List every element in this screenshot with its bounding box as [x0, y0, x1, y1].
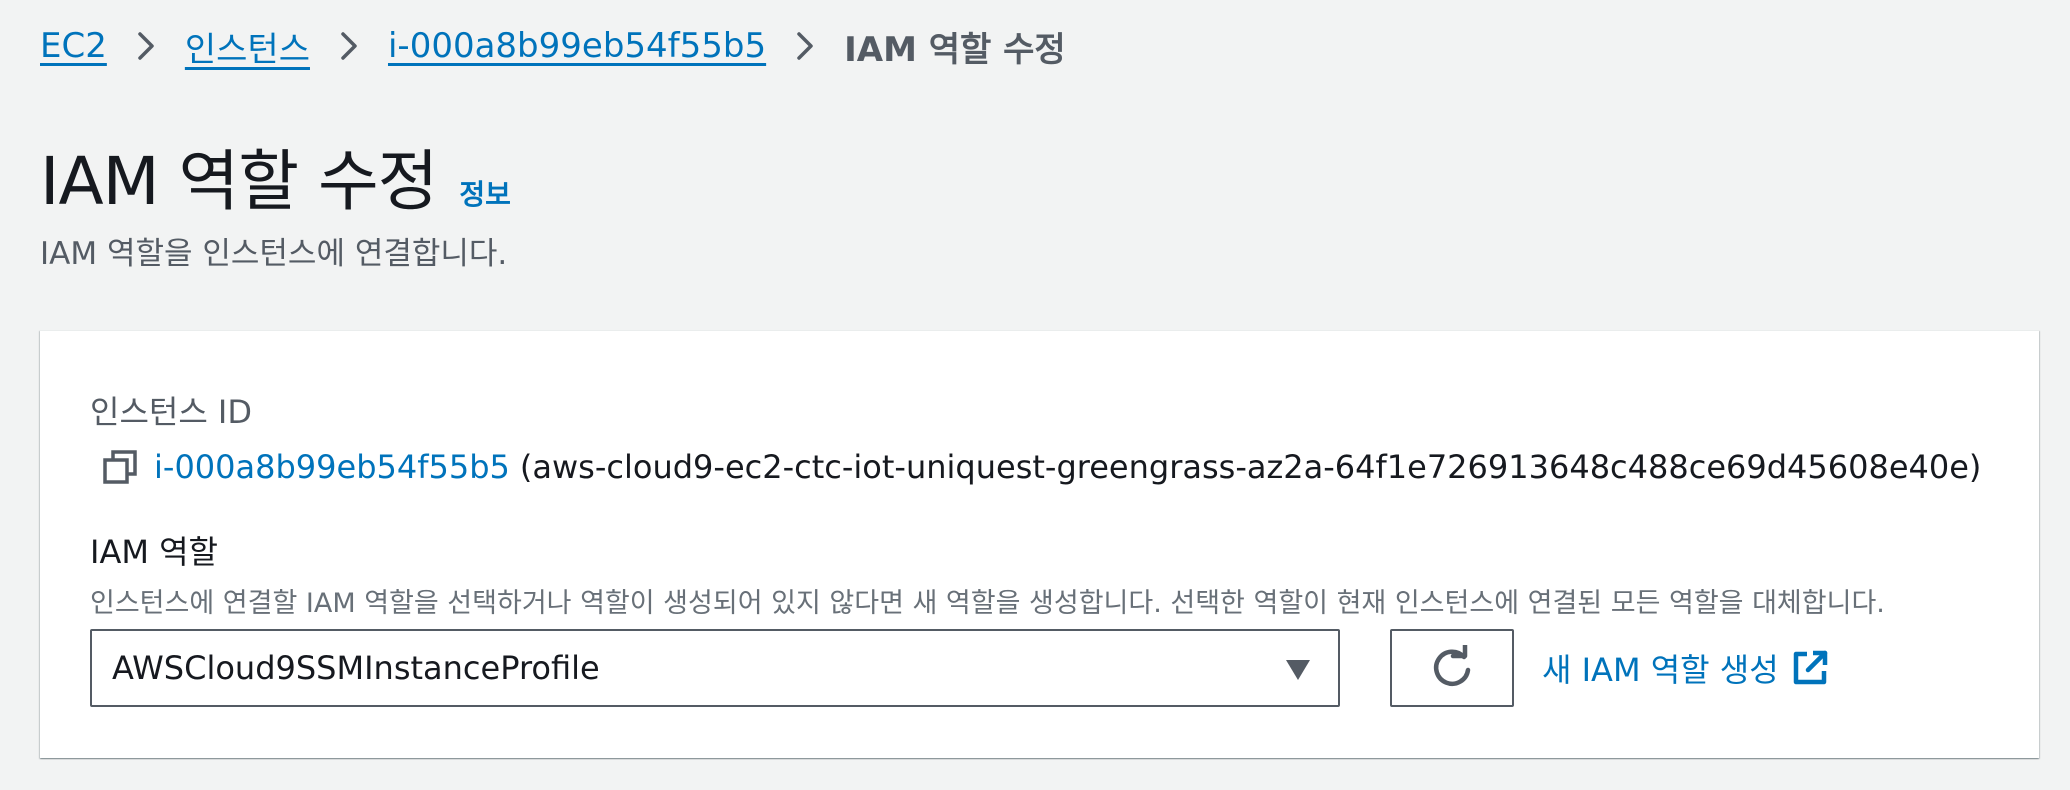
copy-icon[interactable]: [100, 447, 140, 487]
iam-role-select[interactable]: AWSCloud9SSMInstanceProfile: [90, 629, 1340, 707]
instance-name: (aws-cloud9-ec2-ctc-iot-uniquest-greengr…: [519, 448, 1982, 486]
create-iam-role-link[interactable]: 새 IAM 역할 생성: [1542, 643, 1829, 693]
instance-id-link[interactable]: i-000a8b99eb54f55b5: [154, 448, 510, 486]
page-header: IAM 역할 수정 정보: [40, 128, 511, 224]
iam-role-label: IAM 역할: [90, 533, 218, 571]
page-description: IAM 역할을 인스턴스에 연결합니다.: [40, 236, 508, 272]
breadcrumb-current: IAM 역할 수정: [844, 29, 1066, 70]
refresh-icon: [1429, 645, 1475, 691]
external-link-icon: [1791, 649, 1829, 687]
chevron-right-icon: [137, 31, 155, 61]
iam-role-description: 인스턴스에 연결할 IAM 역할을 선택하거나 역할이 생성되어 있지 않다면 …: [90, 588, 1885, 619]
page-title: IAM 역할 수정: [40, 143, 438, 220]
breadcrumb-item-instances[interactable]: 인스턴스: [185, 22, 310, 71]
instance-id-value: i-000a8b99eb54f55b5 (aws-cloud9-ec2-ctc-…: [100, 443, 1981, 491]
page: EC2 인스턴스 i-000a8b99eb54f55b5 IAM 역할 수정 I…: [0, 0, 2070, 790]
chevron-right-icon: [340, 31, 358, 61]
breadcrumb: EC2 인스턴스 i-000a8b99eb54f55b5 IAM 역할 수정: [40, 22, 1066, 70]
breadcrumb-item-ec2[interactable]: EC2: [40, 26, 107, 66]
chevron-right-icon: [796, 31, 814, 61]
iam-role-selected-value: AWSCloud9SSMInstanceProfile: [112, 649, 600, 687]
instance-id-label: 인스턴스 ID: [90, 393, 253, 431]
breadcrumb-item-instance-id[interactable]: i-000a8b99eb54f55b5: [388, 26, 766, 66]
info-link[interactable]: 정보: [459, 173, 511, 213]
create-iam-role-label: 새 IAM 역할 생성: [1542, 651, 1779, 689]
edit-iam-role-card: 인스턴스 ID i-000a8b99eb54f55b5 (aws-cloud9-…: [40, 330, 2039, 758]
refresh-button[interactable]: [1390, 629, 1514, 707]
caret-down-icon: [1284, 657, 1312, 683]
